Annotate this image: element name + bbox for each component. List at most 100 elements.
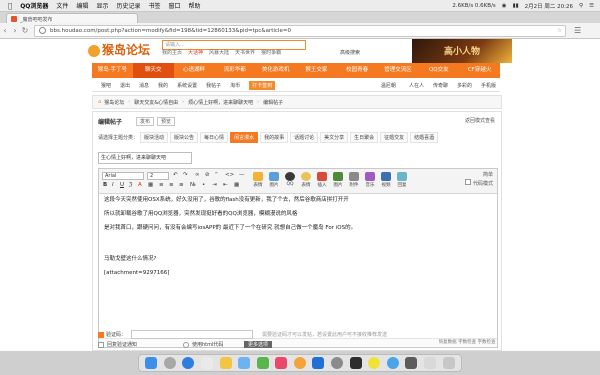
- trash-icon[interactable]: [442, 357, 455, 369]
- html-code-radio[interactable]: [183, 341, 190, 348]
- subnav-right-0[interactable]: 温尼朝: [381, 82, 396, 89]
- underline-icon[interactable]: U: [120, 182, 124, 188]
- font-color-icon[interactable]: A: [138, 182, 142, 188]
- apple-icon[interactable]: : [8, 2, 12, 10]
- toolbar-image[interactable]: 图片: [267, 172, 281, 188]
- qq-browser-icon[interactable]: [386, 357, 399, 369]
- strikethrough-icon[interactable]: ℨ: [129, 182, 132, 188]
- terminal-icon[interactable]: [349, 357, 362, 369]
- toolbar-face[interactable]: 表情: [299, 172, 313, 188]
- subnav-item-4[interactable]: 系统设置: [177, 82, 197, 89]
- quote-icon[interactable]: “: [215, 172, 218, 178]
- qq-app-icon[interactable]: [368, 357, 381, 369]
- tab-publish[interactable]: 发布: [136, 117, 155, 126]
- captcha-input[interactable]: [131, 330, 254, 339]
- nav-item-1[interactable]: 聊天交: [132, 63, 174, 78]
- code-icon[interactable]: <>: [225, 172, 234, 178]
- ordered-list-icon[interactable]: №: [190, 182, 196, 188]
- nav-item-3[interactable]: 流彩华都: [214, 63, 255, 78]
- messages-icon[interactable]: [256, 357, 269, 369]
- size-select[interactable]: 2: [147, 172, 169, 180]
- search-icon[interactable]: ⚲: [579, 3, 583, 9]
- type-option-4[interactable]: 我的故事: [260, 132, 289, 143]
- simple-mode-button[interactable]: 简单: [465, 171, 493, 179]
- align-right-icon[interactable]: ≡: [179, 182, 184, 188]
- nav-item-0[interactable]: 猴岛·手丁号: [92, 63, 133, 78]
- browser-menu-icon[interactable]: ☰: [574, 26, 581, 35]
- battery-icon[interactable]: ▮▮: [513, 3, 519, 9]
- ad-banner[interactable]: 高小人物: [412, 39, 512, 63]
- wifi-icon[interactable]: ◉: [502, 3, 507, 9]
- subnav-item-0[interactable]: 猴吧: [101, 82, 111, 89]
- breadcrumb-item-2[interactable]: 烦心情上好啊，进来聊聊天吧: [188, 99, 253, 106]
- toolbar-qq[interactable]: QQ: [283, 172, 297, 187]
- toolbar-flash[interactable]: 插入: [315, 172, 329, 188]
- back-icon[interactable]: ‹: [0, 26, 10, 35]
- redo-icon[interactable]: ↷: [183, 172, 188, 178]
- type-option-5[interactable]: 话题讨论: [290, 132, 319, 143]
- nav-item-9[interactable]: CF穿越火: [459, 63, 500, 78]
- subnav-item-2[interactable]: 消息: [139, 82, 149, 89]
- breadcrumb-item-0[interactable]: 猴岛论坛: [104, 99, 124, 106]
- nav-item-5[interactable]: 猴王交家: [296, 63, 337, 78]
- link-icon[interactable]: ∞: [195, 172, 200, 178]
- menu-bookmarks[interactable]: 书签: [148, 1, 160, 10]
- subnav-right-3[interactable]: 多彩的: [457, 82, 472, 89]
- indent-icon[interactable]: ⇥: [212, 182, 217, 188]
- appstore-icon[interactable]: [312, 357, 325, 369]
- subnav-item-3[interactable]: 我的: [158, 82, 168, 89]
- toplink-game2[interactable]: 风暴大陆: [209, 49, 229, 56]
- toolbar-reply[interactable]: 回复: [395, 172, 409, 188]
- editor-content[interactable]: 这段今天突然使用OSX系统，好久没用了，谷歌的flash没有更新，我了个去，然后…: [104, 197, 492, 284]
- subnav-right-1[interactable]: 人在人: [409, 82, 424, 89]
- subnav-item-5[interactable]: 我帖子: [206, 82, 221, 89]
- launchpad-icon[interactable]: [163, 357, 176, 369]
- nav-item-7[interactable]: 管理交流区: [378, 63, 419, 78]
- table-icon[interactable]: ▦: [234, 182, 239, 188]
- outdent-icon[interactable]: ⇤: [223, 182, 228, 188]
- menu-app[interactable]: QQ浏览器: [20, 1, 48, 10]
- checkin-button[interactable]: 打卡签到: [249, 80, 276, 90]
- finder-icon[interactable]: [145, 357, 158, 369]
- forward-icon[interactable]: ›: [10, 26, 20, 35]
- subject-input[interactable]: 生心情上好啊，进来聊聊天吧: [98, 152, 192, 164]
- xcode-icon[interactable]: [405, 357, 418, 369]
- bold-icon[interactable]: B: [103, 182, 107, 188]
- font-select[interactable]: Arial: [102, 172, 144, 180]
- nav-item-4[interactable]: 美化游戏机: [255, 63, 296, 78]
- type-option-2[interactable]: 每日心情: [200, 132, 229, 143]
- reload-icon[interactable]: ↻: [20, 26, 30, 35]
- safari-icon[interactable]: [182, 357, 195, 369]
- nav-item-6[interactable]: 校园青春: [337, 63, 378, 78]
- bookmark-star-icon[interactable]: ☆: [557, 28, 562, 34]
- menu-window[interactable]: 窗口: [168, 1, 180, 10]
- toplink-home[interactable]: 我的主页: [162, 49, 182, 56]
- system-preferences-icon[interactable]: [331, 357, 344, 369]
- code-mode-checkbox[interactable]: 代码模式: [465, 179, 493, 188]
- toolbar-attach[interactable]: 附件: [347, 172, 361, 188]
- subnav-right-2[interactable]: 传奇聊: [433, 82, 448, 89]
- mail-icon[interactable]: [238, 357, 251, 369]
- type-option-1[interactable]: 版块公告: [170, 132, 199, 143]
- align-center-icon[interactable]: ≡: [169, 182, 174, 188]
- mobile-version-link[interactable]: 手机版: [481, 82, 496, 89]
- type-option-6[interactable]: 美文分享: [320, 132, 349, 143]
- toolbar-video[interactable]: 视频: [379, 172, 393, 188]
- site-logo[interactable]: 猴岛论坛: [88, 41, 158, 59]
- tab-preview[interactable]: 预览: [157, 117, 176, 126]
- type-option-7[interactable]: 生日聚会: [350, 132, 379, 143]
- toolbar-music[interactable]: 音乐: [363, 172, 377, 188]
- advanced-search-button[interactable]: 高级搜索: [340, 49, 360, 56]
- menu-view[interactable]: 显示: [96, 1, 108, 10]
- notes-icon[interactable]: [219, 357, 232, 369]
- menu-list-icon[interactable]: ☰: [589, 3, 594, 9]
- itunes-icon[interactable]: [275, 357, 288, 369]
- menu-history[interactable]: 历史记录: [116, 1, 140, 10]
- toplink-game4[interactable]: 猴时争霸: [261, 49, 281, 56]
- nav-item-8[interactable]: QQ交友: [418, 63, 459, 78]
- type-option-3-selected[interactable]: 闲言漫水: [230, 132, 259, 143]
- breadcrumb-item-1[interactable]: 聊天交友&心情自由: [134, 99, 178, 106]
- nav-item-2[interactable]: 心语湖畔: [174, 63, 215, 78]
- reply-notify-checkbox[interactable]: [98, 341, 104, 348]
- italic-icon[interactable]: I: [112, 182, 114, 188]
